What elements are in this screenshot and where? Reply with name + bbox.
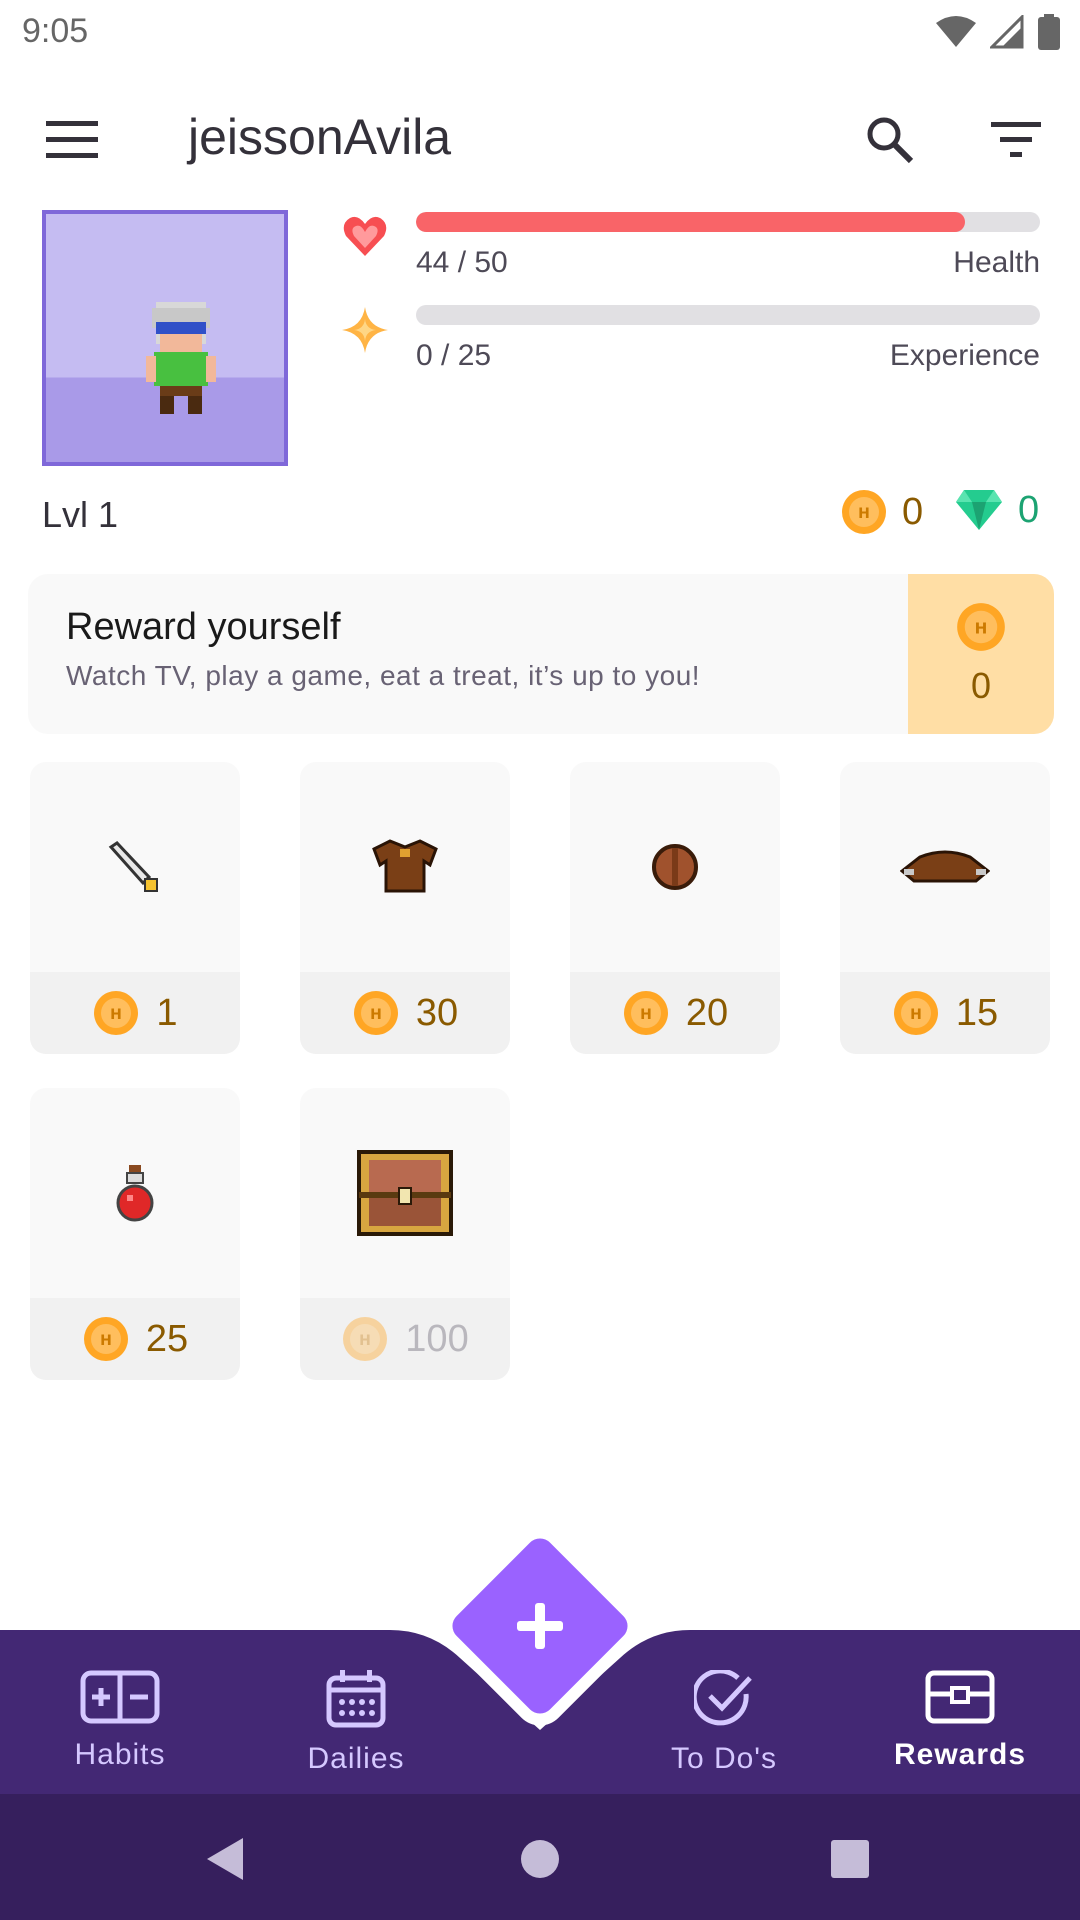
star-icon bbox=[342, 307, 388, 353]
health-label: Health bbox=[953, 246, 1040, 279]
search-button[interactable] bbox=[852, 102, 928, 178]
nav-tab-habits[interactable]: Habits bbox=[12, 1630, 228, 1794]
item-price: 20 bbox=[685, 991, 729, 1034]
home-circle-icon bbox=[521, 1840, 559, 1878]
nav-tab-todos[interactable]: To Do's bbox=[616, 1630, 832, 1794]
app-bar: jeissonAvila bbox=[0, 72, 1080, 202]
filter-icon bbox=[991, 122, 1041, 157]
gem-balance: 0 bbox=[954, 488, 1039, 532]
item-price: 25 bbox=[145, 1317, 189, 1360]
hamburger-menu-icon bbox=[46, 121, 98, 158]
shop-item-armoire[interactable]: H 100 bbox=[300, 1088, 510, 1380]
treasure-chest-icon bbox=[925, 1670, 995, 1724]
svg-text:H: H bbox=[975, 620, 988, 638]
item-price: 30 bbox=[415, 991, 459, 1034]
gold-coin-icon: H bbox=[957, 603, 1005, 651]
health-bar-fill bbox=[416, 212, 966, 232]
shop-item-shield[interactable]: H 20 bbox=[570, 762, 780, 1054]
experience-value: 0 / 25 bbox=[416, 339, 492, 372]
menu-button[interactable] bbox=[34, 102, 110, 178]
recents-square-icon bbox=[831, 1840, 869, 1878]
shop-item-armor[interactable]: H 30 bbox=[300, 762, 510, 1054]
level-label: Lvl 1 bbox=[42, 494, 119, 535]
health-bar bbox=[416, 212, 1040, 232]
gold-coin-icon: H bbox=[94, 991, 139, 1035]
svg-text:H: H bbox=[370, 1007, 382, 1023]
filter-button[interactable] bbox=[978, 102, 1054, 178]
gold-coin-icon: H bbox=[623, 991, 668, 1035]
system-recents-button[interactable] bbox=[815, 1824, 885, 1894]
search-icon bbox=[867, 117, 914, 164]
shop-item-helm[interactable]: H 15 bbox=[840, 762, 1050, 1054]
system-navigation-bar bbox=[0, 1794, 1080, 1920]
svg-text:H: H bbox=[858, 506, 870, 522]
health-potion-icon bbox=[116, 1165, 154, 1222]
gold-coin-icon: H bbox=[343, 1317, 388, 1361]
health-stat: 44 / 50 Health bbox=[340, 212, 1040, 302]
svg-text:H: H bbox=[100, 1333, 112, 1349]
item-price: 1 bbox=[156, 991, 178, 1034]
svg-text:H: H bbox=[111, 1007, 123, 1023]
gold-amount: 0 bbox=[902, 490, 924, 533]
gold-coin-icon: H bbox=[893, 991, 938, 1035]
gem-amount: 0 bbox=[1018, 488, 1040, 531]
gold-coin-icon: H bbox=[353, 991, 398, 1035]
battery-icon bbox=[1038, 14, 1060, 50]
reward-buy-button[interactable]: H 0 bbox=[908, 574, 1054, 734]
sword-icon bbox=[108, 841, 158, 892]
reward-cost: 0 bbox=[970, 665, 992, 706]
nav-label-dailies: Dailies bbox=[307, 1742, 405, 1775]
svg-text:H: H bbox=[910, 1007, 922, 1023]
health-value: 44 / 50 bbox=[416, 246, 508, 279]
experience-label: Experience bbox=[889, 339, 1040, 372]
calendar-icon bbox=[326, 1670, 386, 1728]
nav-label-rewards: Rewards bbox=[893, 1738, 1027, 1771]
nav-label-todos: To Do's bbox=[670, 1742, 778, 1775]
cell-signal-icon bbox=[990, 15, 1024, 49]
nav-tab-rewards[interactable]: Rewards bbox=[852, 1630, 1068, 1794]
reward-subtitle: Watch TV, play a game, eat a treat, it’s… bbox=[66, 660, 701, 691]
shop-item-sword[interactable]: H 1 bbox=[30, 762, 240, 1054]
leather-armor-icon bbox=[372, 839, 438, 893]
status-time: 9:05 bbox=[22, 12, 89, 50]
reward-title: Reward yourself bbox=[66, 606, 341, 648]
status-icons bbox=[936, 14, 1060, 50]
habits-icon bbox=[80, 1670, 160, 1724]
system-home-button[interactable] bbox=[505, 1824, 575, 1894]
page-title: jeissonAvila bbox=[188, 109, 452, 165]
avatar[interactable] bbox=[42, 210, 288, 466]
experience-stat: 0 / 25 Experience bbox=[340, 305, 1040, 395]
item-price: 15 bbox=[955, 991, 999, 1034]
status-bar: 9:05 bbox=[0, 0, 1080, 64]
character-sprite-icon bbox=[146, 302, 216, 414]
gem-icon bbox=[956, 490, 1002, 530]
armoire-chest-icon bbox=[357, 1150, 453, 1236]
gold-coin-icon: H bbox=[842, 490, 886, 534]
shop-item-potion[interactable]: H 25 bbox=[30, 1088, 240, 1380]
wifi-icon bbox=[936, 16, 976, 47]
nav-label-habits: Habits bbox=[74, 1738, 166, 1771]
heart-icon bbox=[343, 216, 387, 256]
svg-text:H: H bbox=[640, 1007, 652, 1023]
check-circle-icon bbox=[694, 1670, 752, 1726]
nav-tab-dailies[interactable]: Dailies bbox=[248, 1630, 464, 1794]
reward-yourself-card[interactable]: Reward yourself Watch TV, play a game, e… bbox=[28, 574, 1054, 734]
svg-text:H: H bbox=[359, 1333, 371, 1349]
gold-coin-icon: H bbox=[83, 1317, 128, 1361]
item-price: 100 bbox=[405, 1317, 469, 1360]
plus-icon bbox=[517, 1603, 563, 1649]
back-triangle-icon bbox=[207, 1838, 243, 1880]
experience-bar bbox=[416, 305, 1040, 325]
gold-balance: H 0 bbox=[840, 488, 923, 536]
system-back-button[interactable] bbox=[190, 1824, 260, 1894]
leather-helm-icon bbox=[900, 850, 990, 883]
wooden-shield-icon bbox=[652, 844, 698, 890]
